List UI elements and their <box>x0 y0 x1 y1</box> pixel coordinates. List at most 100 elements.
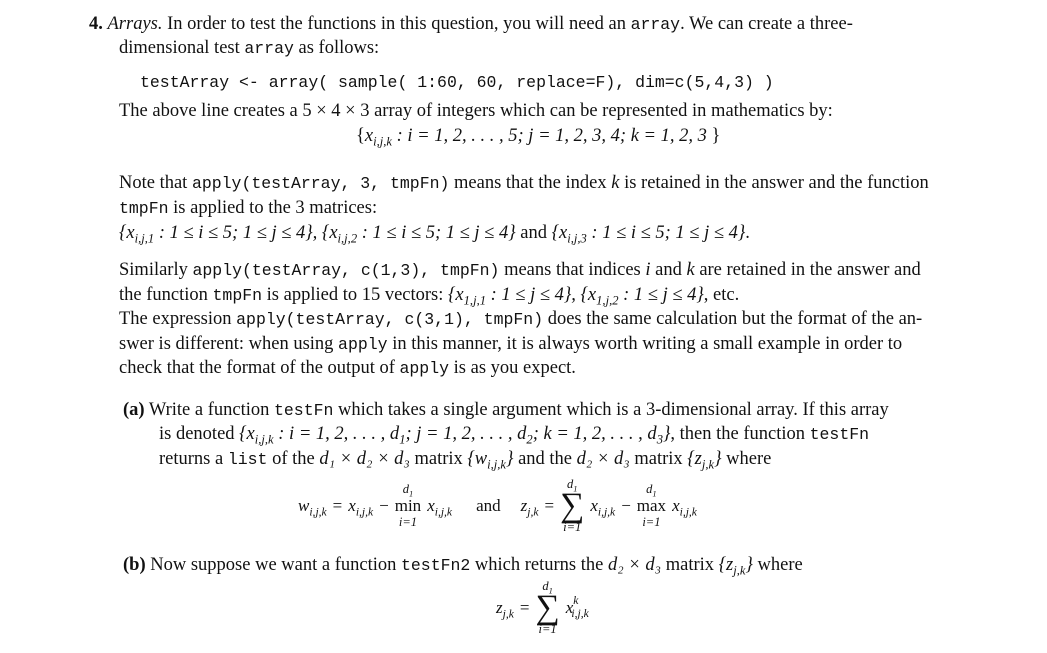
text: and the <box>513 449 577 469</box>
math-cond: : 1 ≤ i ≤ 5; 1 ≤ j ≤ 4 <box>357 223 509 243</box>
part-a-line-2: is denoted {xi,j,k : i = 1, 2, . . . , d… <box>159 424 870 447</box>
text: are retained in the answer and <box>694 260 921 280</box>
sum-operator: d1 ∑ i=1 <box>535 580 559 636</box>
text: of the <box>267 449 320 469</box>
minus-sign: − <box>621 496 631 515</box>
question-title: Arrays. <box>107 14 163 34</box>
text: the function <box>119 285 213 305</box>
and-text: and <box>476 496 501 515</box>
intro-text: dimensional test <box>119 38 245 58</box>
similarly-line-2: the function tmpFn is applied to 15 vect… <box>119 285 740 308</box>
text: where <box>752 555 803 575</box>
math-body: ; k = 1, 2, . . . , d <box>532 424 657 444</box>
note-line-2: tmpFn is applied to the 3 matrices: <box>119 198 377 219</box>
code-inline: tmpFn <box>212 286 263 305</box>
math-sub: i,j,k <box>355 505 374 519</box>
text: which returns the <box>470 555 608 575</box>
minus-sign: − <box>379 496 389 515</box>
text: is retained in the answer and the functi… <box>619 173 929 193</box>
equals-sign: = <box>544 496 555 515</box>
similarly-line-3: The expression apply(testArray, c(3,1), … <box>119 309 922 330</box>
intro-line-2: dimensional test array as follows: <box>119 38 379 59</box>
part-b-line-1: (b) Now suppose we want a function testF… <box>123 555 803 578</box>
text: Similarly <box>119 260 193 280</box>
lower-limit: i=1 <box>398 515 418 529</box>
note-line-3-matrices: {xi,j,1 : 1 ≤ i ≤ 5; 1 ≤ j ≤ 4}, {xi,j,2… <box>119 223 750 246</box>
text: returns a <box>159 449 228 469</box>
text: which takes a single argument which is a… <box>333 400 889 420</box>
text: check that the format of the output of <box>119 358 400 378</box>
text: , etc. <box>703 285 740 305</box>
text: means that the index <box>449 173 612 193</box>
text: , then the function <box>670 424 810 444</box>
note-line-1: Note that apply(testArray, 3, tmpFn) mea… <box>119 173 929 194</box>
eq-x-power-term: xki,j,k <box>565 594 589 621</box>
code-inline: apply <box>399 359 450 378</box>
text: The expression <box>119 309 237 329</box>
part-b-equation: zj,k = d1 ∑ i=1 xki,j,k <box>496 580 589 636</box>
math-cond: : 1 ≤ j ≤ 4 <box>618 285 697 305</box>
part-label: (a) <box>123 400 145 420</box>
eq-x-term: xi,j,k <box>427 496 453 519</box>
code-inline: apply(testArray, 3, tmpFn) <box>191 174 450 193</box>
intro-text: In order to test the functions in this q… <box>162 14 631 34</box>
math-sub: i,j,k <box>487 457 507 472</box>
similarly-line-5: check that the format of the output of a… <box>119 358 576 379</box>
math-sub: i,j,k <box>434 505 453 519</box>
math-var: k <box>686 260 695 280</box>
math-sub: j,k <box>701 457 715 472</box>
brace: } <box>711 126 721 146</box>
code-block: testArray <- array( sample( 1:60, 60, re… <box>140 73 774 92</box>
text: is applied to 15 vectors: <box>262 285 449 305</box>
brace: { <box>356 126 365 146</box>
text: is denoted <box>159 424 240 444</box>
code-inline: array <box>630 15 681 34</box>
code-inline: apply(testArray, c(1,3), tmpFn) <box>192 261 500 280</box>
eq-x-term: xi,j,k <box>590 496 616 519</box>
min-operator: d1 min i=1 <box>395 483 421 529</box>
text: . <box>745 223 750 243</box>
math-sub: i,j,k <box>597 505 616 519</box>
math-body: : i = 1, 2, . . . , 5; j = 1, 2, 3, 4; k… <box>391 126 712 146</box>
math-sub: i,j,1 <box>134 231 155 246</box>
math-cond: : 1 ≤ i ≤ 5; 1 ≤ j ≤ 4 <box>586 223 738 243</box>
math-sub: i,j,k <box>373 134 392 149</box>
math-sub: i,j,3 <box>567 231 587 246</box>
part-a-line-1: (a) Write a function testFn which takes … <box>123 400 889 421</box>
question-number: 4. <box>89 14 103 34</box>
question-heading-line: 4. Arrays. In order to test the function… <box>89 14 853 35</box>
math-dims: d₂ × d₃ <box>607 555 662 575</box>
lower-limit: i=1 <box>563 520 582 534</box>
text: matrix <box>629 449 688 469</box>
math-sub: j,k <box>527 505 539 519</box>
math-body: ; j = 1, 2, . . . , d <box>405 424 527 444</box>
code-inline: list <box>227 450 268 469</box>
code-inline: array <box>244 39 294 58</box>
set-notation: {xi,j,k : i = 1, 2, . . . , 5; j = 1, 2,… <box>356 126 721 149</box>
math-sup: k <box>573 594 579 608</box>
lower-limit: i=1 <box>538 622 557 636</box>
text: in this manner, it is always worth writi… <box>387 334 903 354</box>
text: means that indices <box>499 260 646 280</box>
text: and <box>650 260 687 280</box>
text: is as you expect. <box>449 358 576 378</box>
math-dims: d₁ × d₂ × d₃ <box>319 449 410 469</box>
max-label: max <box>636 496 667 515</box>
math-dims: d₂ × d₃ <box>576 449 630 469</box>
lower-limit: i=1 <box>642 515 661 529</box>
equals-sign: = <box>332 496 343 515</box>
eq-z-lhs: zj,k <box>496 598 514 621</box>
code-inline: apply(testArray, c(3,1), tmpFn) <box>236 310 544 329</box>
math-var: x <box>364 126 374 146</box>
math-sub: 1,j,1 <box>463 293 487 308</box>
part-a-line-3: returns a list of the d₁ × d₂ × d₃ matri… <box>159 449 772 472</box>
text: swer is different: when using <box>119 334 339 354</box>
text: matrix <box>409 449 468 469</box>
sum-operator: d1 ∑ i=1 <box>560 478 584 534</box>
text: matrix <box>661 555 719 575</box>
min-label: min <box>394 496 422 515</box>
similarly-line-1: Similarly apply(testArray, c(1,3), tmpFn… <box>119 260 921 281</box>
array-description: The above line creates a 5 × 4 × 3 array… <box>119 101 833 121</box>
max-operator: d1 max i=1 <box>637 483 666 529</box>
math-cond: : 1 ≤ j ≤ 4 <box>486 285 564 305</box>
